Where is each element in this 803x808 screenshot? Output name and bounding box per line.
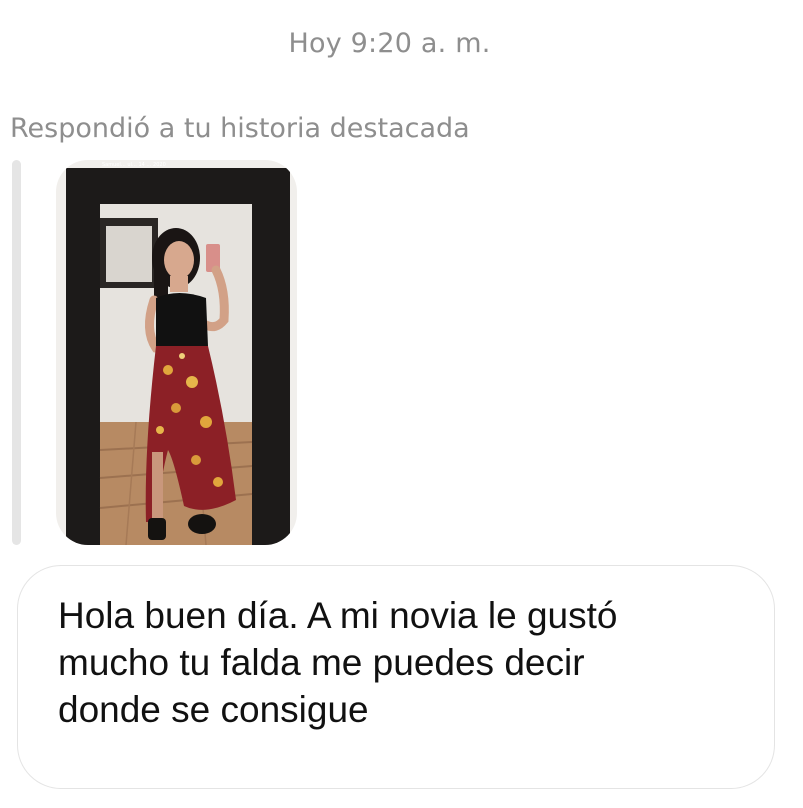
story-caption: Samuel… ul… 14 … 2020	[102, 162, 166, 168]
story-thumbnail[interactable]: Samuel… ul… 14 … 2020	[56, 160, 297, 545]
reply-indicator-bar	[12, 160, 21, 545]
message-bubble[interactable]: Hola buen día. A mi novia le gustó mucho…	[17, 565, 775, 789]
story-photo: Samuel… ul… 14 … 2020	[56, 160, 297, 545]
message-timestamp: Hoy 9:20 a. m.	[288, 28, 491, 59]
story-reply-label: Respondió a tu historia destacada	[10, 113, 470, 144]
message-text: Hola buen día. A mi novia le gustó mucho…	[58, 595, 618, 730]
